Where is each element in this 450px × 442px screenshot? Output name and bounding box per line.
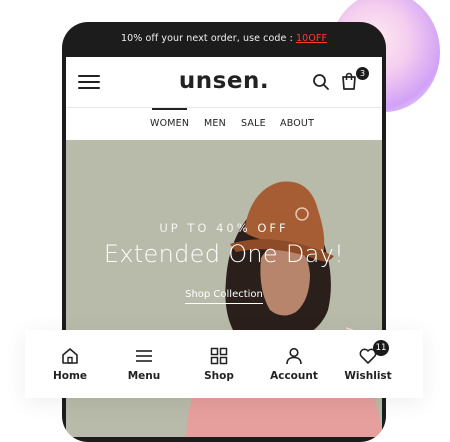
site-header: unsen. 3	[66, 57, 382, 108]
nav-item-about[interactable]: ABOUT	[280, 118, 314, 129]
tab-shop[interactable]: Shop	[181, 346, 257, 382]
tab-home[interactable]: Home	[32, 346, 108, 382]
category-nav: WOMEN MEN SALE ABOUT	[66, 108, 382, 140]
promo-bar: 10% off your next order, use code : 10OF…	[62, 33, 386, 44]
tab-menu[interactable]: Menu	[106, 346, 182, 382]
promo-code[interactable]: 10OFF	[296, 33, 327, 44]
tab-menu-label: Menu	[127, 370, 161, 382]
site-logo[interactable]: unsen.	[66, 68, 382, 94]
home-icon	[62, 348, 78, 364]
promo-text: 10% off your next order, use code :	[120, 33, 297, 44]
shop-collection-label: Shop Collection	[185, 289, 263, 304]
user-icon	[286, 347, 302, 365]
wishlist-count-badge: 11	[373, 340, 389, 356]
tab-wishlist[interactable]: Wishlist	[330, 346, 406, 382]
hero-title: Extended One Day!	[103, 240, 345, 268]
tab-account-label: Account	[270, 370, 318, 382]
tab-shop-label: Shop	[204, 370, 234, 382]
nav-item-women[interactable]: WOMEN	[150, 108, 189, 129]
tab-home-label: Home	[52, 370, 88, 382]
nav-item-sale[interactable]: SALE	[241, 118, 266, 129]
tab-wishlist-label: Wishlist	[344, 370, 392, 382]
shop-collection-link[interactable]: Shop Collection	[66, 289, 382, 304]
tab-account[interactable]: Account	[256, 346, 332, 382]
bottom-tab-bar: Home Menu Shop Account Wishlist 11	[25, 330, 423, 398]
nav-item-men[interactable]: MEN	[204, 118, 226, 129]
grid-icon	[210, 347, 228, 365]
cart-count-badge: 3	[356, 67, 369, 80]
menu-icon	[136, 350, 152, 362]
hero-subtitle: UP TO 40% OFF	[159, 221, 289, 235]
search-icon[interactable]	[312, 73, 330, 91]
